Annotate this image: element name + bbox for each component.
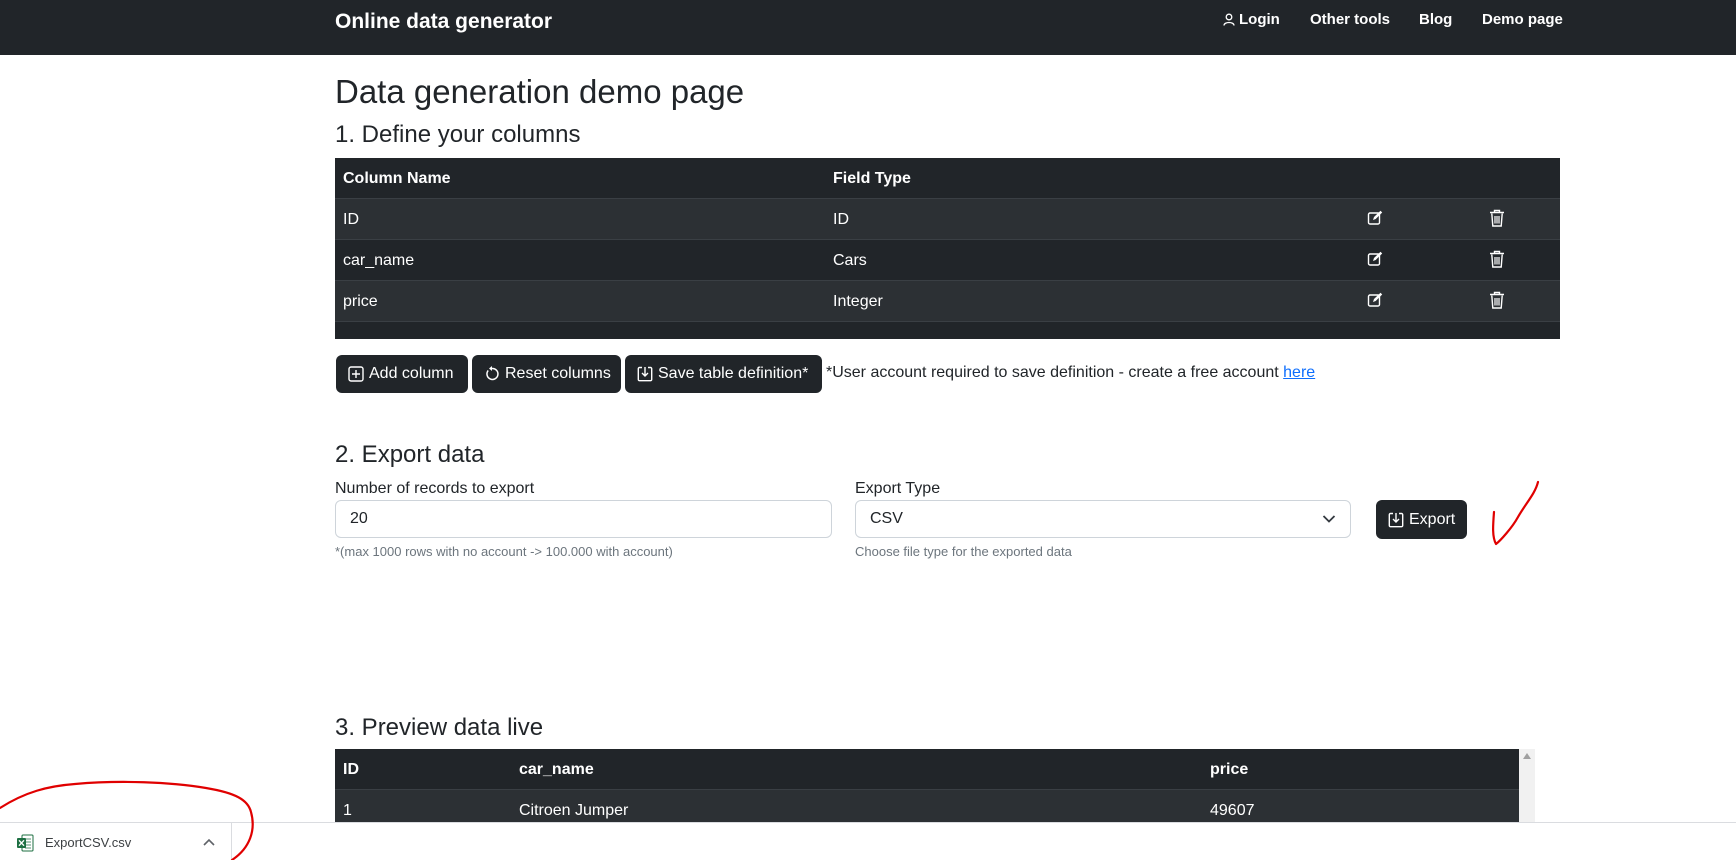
edit-icon[interactable] [1367,210,1383,231]
export-type-label: Export Type [855,480,941,497]
table-row: ID ID [335,199,1560,240]
preview-table-header: ID car_name price [335,749,1519,790]
export-data-heading: 2. Export data [335,441,485,468]
define-columns-heading: 1. Define your columns [335,121,581,148]
records-label: Number of records to export [335,480,535,497]
download-item[interactable]: ExportCSV.csv [0,823,232,860]
save-table-definition-button[interactable]: Save table definition* [625,355,822,393]
field-type-cell: Cars [833,252,867,269]
nav-login-link[interactable]: Login [1223,11,1280,28]
column-name-cell: price [343,293,378,310]
columns-table-header: Column Name Field Type [335,158,1560,199]
export-type-help-text: Choose file type for the exported data [855,544,1072,559]
trash-icon[interactable] [1489,291,1505,314]
plus-square-icon [348,366,364,382]
column-name-cell: car_name [343,252,415,269]
column-name-header: Column Name [343,170,451,187]
annotation-overlay [0,480,1540,860]
field-type-cell: ID [833,211,849,228]
columns-table: Column Name Field Type ID ID car_name Ca… [335,158,1560,339]
records-count-input[interactable]: 20 [335,500,832,538]
preview-cell-car-name: Citroen Jumper [519,802,629,819]
top-navbar: Online data generator Login Other tools … [0,0,1736,55]
edit-icon[interactable] [1367,292,1383,313]
download-file-name: ExportCSV.csv [45,835,132,850]
excel-file-icon [17,834,34,852]
create-account-link[interactable]: here [1283,364,1315,381]
field-type-cell: Integer [833,293,883,310]
export-type-select[interactable]: CSV [855,500,1351,538]
table-row: car_name Cars [335,240,1560,281]
preview-table: ID car_name price 1 Citroen Jumper 49607 [335,749,1519,822]
export-type-value: CSV [870,510,903,527]
table-row: price Integer [335,281,1560,322]
export-button[interactable]: Export [1376,500,1467,539]
nav-other-tools-link[interactable]: Other tools [1310,11,1390,28]
reset-columns-label: Reset columns [505,365,611,382]
nav-blog-link[interactable]: Blog [1419,11,1452,28]
column-name-cell: ID [343,211,359,228]
nav-login-label: Login [1239,11,1280,28]
scroll-up-arrow-icon [1523,753,1531,759]
preview-header-car-name: car_name [519,761,594,778]
user-icon [1223,13,1235,26]
export-button-label: Export [1409,510,1456,528]
brand-logo-text[interactable]: Online data generator [335,10,552,34]
page-title: Data generation demo page [335,73,745,110]
preview-cell-id: 1 [343,802,352,819]
records-help-text: *(max 1000 rows with no account -> 100.0… [335,544,673,559]
save-table-definition-label: Save table definition* [658,365,809,382]
preview-header-price: price [1210,761,1249,778]
reset-icon [486,366,499,381]
preview-cell-price: 49607 [1210,802,1255,819]
chevron-down-icon [1322,515,1336,523]
save-definition-note: *User account required to save definitio… [826,364,1315,382]
red-checkmark-annotation [1492,480,1540,546]
browser-download-bar: ExportCSV.csv [0,822,1736,860]
add-column-label: Add column [369,365,454,382]
preview-header-id: ID [343,761,359,778]
preview-data-heading: 3. Preview data live [335,714,544,741]
trash-icon[interactable] [1489,250,1505,273]
table-row: 1 Citroen Jumper 49607 [335,790,1519,822]
edit-icon[interactable] [1367,251,1383,272]
save-note-text: *User account required to save definitio… [826,364,1279,381]
nav-demo-page-link[interactable]: Demo page [1482,11,1563,28]
reset-columns-button[interactable]: Reset columns [472,355,621,393]
download-square-icon [637,366,653,382]
download-square-icon [1388,512,1404,527]
chevron-up-icon[interactable] [203,838,215,846]
preview-scrollbar[interactable] [1519,749,1535,822]
trash-icon[interactable] [1489,209,1505,232]
add-column-button[interactable]: Add column [336,355,468,393]
field-type-header: Field Type [833,170,911,187]
